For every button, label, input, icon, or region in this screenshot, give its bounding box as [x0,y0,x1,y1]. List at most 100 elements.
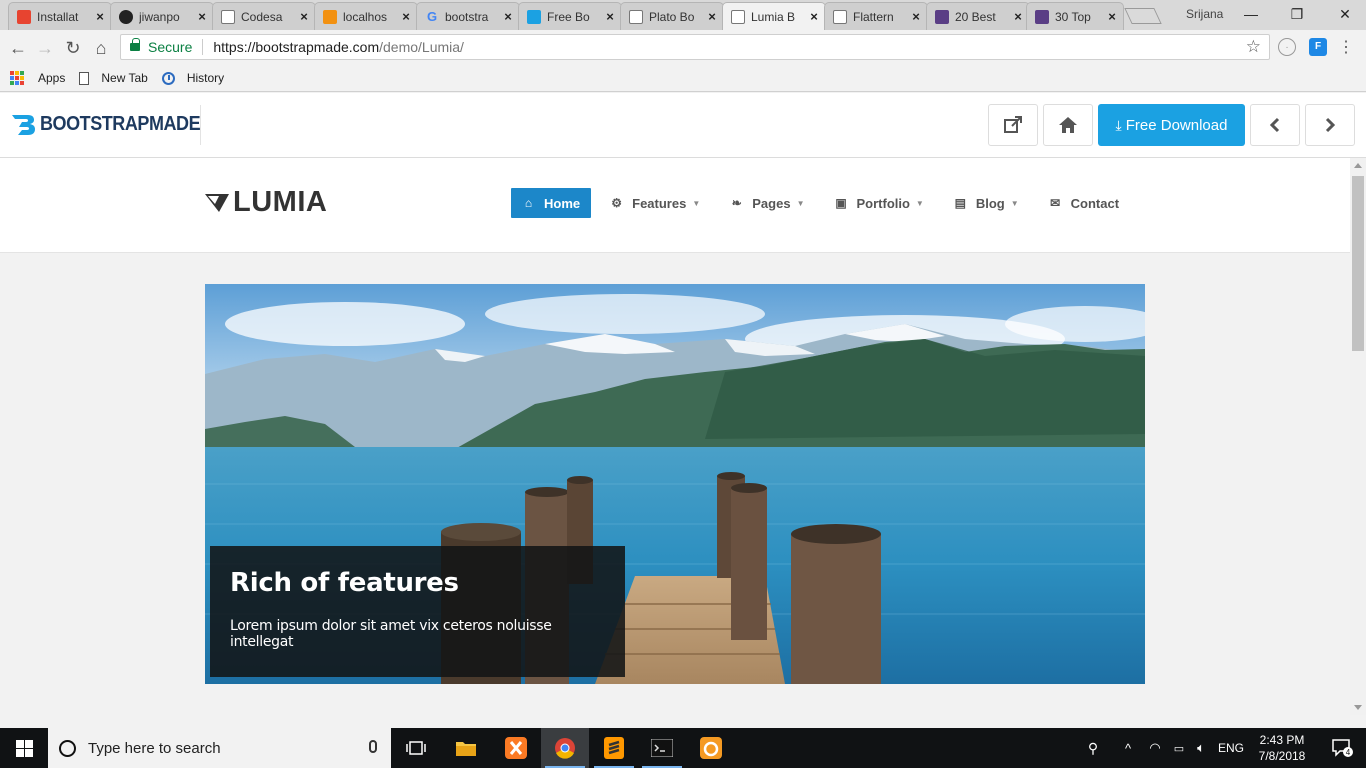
bookmark-apps[interactable]: Apps [10,71,65,85]
nav-features[interactable]: ⚙ Features ▼ [599,188,711,218]
chevron-up-icon[interactable]: ^ [1118,728,1138,768]
briefcase-icon: ▣ [835,196,847,210]
url-host: https://bootstrapmade.com [213,39,380,55]
close-icon[interactable]: × [93,9,107,24]
tab-codesa[interactable]: Codesa × [212,2,316,30]
taskbar-search[interactable]: Type here to search [48,728,391,768]
close-icon[interactable]: × [297,9,311,24]
history-icon [161,71,175,85]
nav-pages[interactable]: ❧ Pages ▼ [719,188,815,218]
close-icon[interactable]: × [399,9,413,24]
previous-theme-button[interactable] [1250,104,1300,146]
browser-toolbar: ← → ↻ ⌂ Secure https://bootstrapmade.com… [0,30,1366,65]
bookmark-star-icon[interactable]: ☆ [1246,37,1261,57]
bootstrapmade-logo[interactable]: BOOTSTRAPMADE [10,111,218,137]
phpmyadmin-icon [323,9,337,24]
close-icon[interactable]: × [1105,9,1119,24]
chrome-button[interactable] [541,728,589,768]
free-download-button[interactable]: ⤓ Free Download [1098,104,1245,146]
tab-bootstrap-search[interactable]: G bootstra × [416,2,520,30]
home-button[interactable] [1043,104,1093,146]
extension-icon[interactable]: · [1278,38,1296,56]
next-theme-button[interactable] [1305,104,1355,146]
tab-free-bootstrap[interactable]: Free Bo × [518,2,622,30]
tab-localhost[interactable]: localhos × [314,2,418,30]
tab-flattern[interactable]: Flattern × [824,2,928,30]
microphone-icon[interactable] [369,740,377,753]
chevron-down-icon: ▼ [1010,198,1019,208]
volume-icon[interactable]: 🔈︎ [1190,728,1212,768]
bookmark-new-tab[interactable]: New Tab [79,71,148,85]
nav-portfolio[interactable]: ▣ Portfolio ▼ [823,188,934,218]
file-explorer-button[interactable] [442,728,490,768]
clock-date: 7/8/2018 [1258,749,1306,763]
close-icon[interactable]: × [807,9,821,24]
lumia-logo[interactable]: LUMIA [205,186,327,219]
tab-installation[interactable]: Installat × [8,2,112,30]
scroll-up-icon[interactable] [1354,163,1362,168]
external-link-icon [1004,116,1022,133]
tab-github[interactable]: jiwanpo × [110,2,214,30]
clock[interactable]: 2:43 PM 7/8/2018 [1254,732,1310,764]
home-icon[interactable]: ⌂ [89,36,113,60]
address-bar[interactable]: Secure https://bootstrapmade.com /demo/L… [120,34,1270,60]
restore-icon[interactable]: ❐ [1284,4,1310,24]
forward-icon[interactable]: → [33,36,57,60]
profile-name[interactable]: Srijana [1186,7,1223,21]
reload-icon[interactable]: ↻ [61,36,85,60]
terminal-button[interactable] [638,728,686,768]
tab-lumia[interactable]: Lumia B × [722,2,826,30]
nav-blog[interactable]: ▤ Blog ▼ [943,188,1030,218]
battery-icon[interactable]: ▭ [1168,728,1190,768]
close-icon[interactable]: × [1011,9,1025,24]
language-indicator[interactable]: ENG [1216,728,1246,768]
nav-home[interactable]: ⌂ Home [511,188,592,218]
close-icon[interactable]: × [705,9,719,24]
close-window-icon[interactable]: ✕ [1332,4,1358,24]
task-view-button[interactable] [392,728,440,768]
tab-plato[interactable]: Plato Bo × [620,2,724,30]
gear-icon: ⚙ [611,196,622,210]
tab-title: localhos [343,9,388,24]
scroll-down-icon[interactable] [1354,705,1362,710]
scrollbar-thumb[interactable] [1352,176,1364,351]
slide-title: Rich of features [230,568,459,598]
action-center-button[interactable]: 4 [1318,728,1366,768]
nav-label: Portfolio [856,195,910,211]
extension-icon[interactable]: F [1309,38,1327,56]
vertical-scrollbar[interactable] [1350,158,1366,715]
menu-icon[interactable]: ⋮ [1334,36,1358,60]
tab-30-top[interactable]: 30 Top × [1026,2,1124,30]
xampp-button[interactable] [492,728,540,768]
start-button[interactable] [0,728,48,768]
clock-time: 2:43 PM [1259,733,1305,747]
back-icon[interactable]: ← [6,36,30,60]
search-placeholder: Type here to search [88,739,221,757]
wifi-icon[interactable]: ◠ [1144,728,1166,768]
bookmark-history[interactable]: History [161,71,224,85]
close-icon[interactable]: × [195,9,209,24]
tab-title: 30 Top [1055,9,1091,24]
new-tab-button[interactable] [1124,8,1162,24]
divider [202,39,204,55]
apps-grid-icon [10,71,24,85]
people-icon[interactable]: ⚲ [1080,728,1106,768]
close-icon[interactable]: × [603,9,617,24]
laravel-icon [17,9,31,24]
uc-browser-button[interactable] [687,728,735,768]
tab-20-best[interactable]: 20 Best × [926,2,1030,30]
hero-slider[interactable]: Rich of features Lorem ipsum dolor sit a… [205,284,1145,684]
url-path: /demo/Lumia/ [379,39,464,55]
close-icon[interactable]: × [909,9,923,24]
sublime-text-button[interactable] [590,728,638,768]
home-icon [1059,117,1077,133]
open-external-button[interactable] [988,104,1038,146]
site-header: LUMIA ⌂ Home ⚙ Features ▼ ❧ Pages ▼ ▣ Po… [0,158,1350,253]
minimize-icon[interactable]: — [1238,4,1264,24]
bootstrapmade-icon [527,9,541,24]
nav-contact[interactable]: ✉ Contact [1038,188,1130,218]
close-icon[interactable]: × [501,9,515,24]
chevron-down-icon: ▼ [796,198,805,208]
google-icon: G [426,9,438,24]
bootstrapmade-logo-icon [12,115,35,135]
